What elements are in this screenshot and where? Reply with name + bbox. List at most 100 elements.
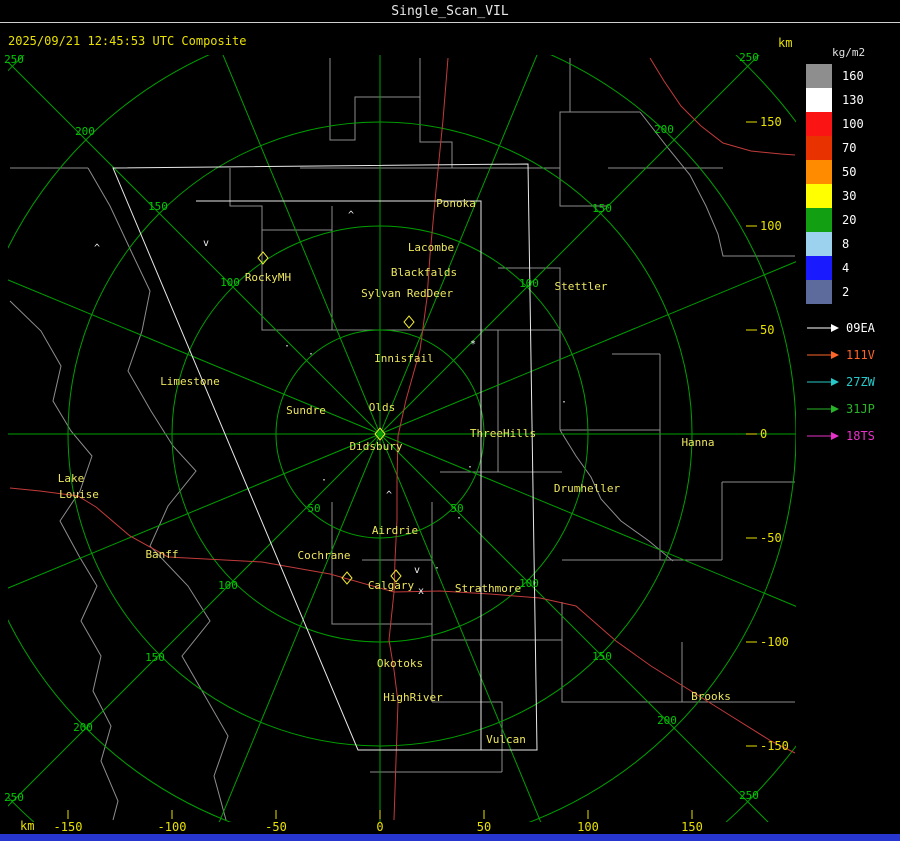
county-boundaries (9, 58, 795, 821)
colorbar-row: 130 (806, 88, 865, 112)
colorbar-value: 20 (842, 213, 857, 227)
color-swatch (806, 232, 832, 256)
city-label: Innisfail (374, 352, 434, 365)
point-marker: · (561, 397, 567, 408)
colorbar-value: 130 (842, 93, 864, 107)
radar-direction-arrow-icon (807, 377, 839, 386)
radar-site-id: 27ZW (846, 374, 875, 389)
ring-label: 150 (592, 202, 612, 215)
city-label: Sylvan (361, 287, 401, 300)
ring-label: 200 (654, 123, 674, 136)
city-label: Strathmore (455, 582, 521, 595)
colorbar-row: 4 (806, 256, 865, 280)
colorbar-row: 30 (806, 184, 865, 208)
range-ring-labels: 250 200 150 100 100 150 200 250 50 50 10… (4, 51, 759, 804)
city-label: Lake (58, 472, 85, 485)
point-marker: ^ (348, 210, 354, 221)
radar-site-id: 111V (846, 347, 875, 362)
ring-label: 150 (145, 651, 165, 664)
colorbar-unit-label: kg/m2 (832, 46, 866, 59)
radar-site-legend: 09EA 111V 27ZW 31JP 18TS (806, 314, 875, 449)
radar-site-id: 18TS (846, 428, 875, 443)
point-marker: ^ (386, 490, 392, 501)
color-swatch (806, 256, 832, 280)
y-tick-label: 0 (760, 427, 767, 441)
point-marker: · (321, 475, 327, 486)
highway-roads (9, 57, 796, 821)
radar-direction-arrow-icon (807, 404, 839, 413)
ring-label: 100 (519, 277, 539, 290)
x-tick-label: 0 (376, 820, 383, 834)
colorbar-row: 70 (806, 136, 865, 160)
point-marker: v (414, 565, 420, 576)
radar-site-row: 111V (806, 341, 875, 368)
city-label: Vulcan (486, 733, 526, 746)
radar-site-row: 27ZW (806, 368, 875, 395)
point-marker: · (456, 513, 462, 524)
point-marker: · (308, 349, 314, 360)
y-tick-label: -100 (760, 635, 789, 649)
y-axis-ticks (746, 121, 757, 747)
bottom-status-bar (0, 834, 900, 841)
city-label: Stettler (555, 280, 608, 293)
radar-site-id: 09EA (846, 320, 875, 335)
color-swatch (806, 88, 832, 112)
colorbar-value: 100 (842, 117, 864, 131)
color-swatch (806, 64, 832, 88)
ring-label: 100 (519, 577, 539, 590)
ring-label: 250 (4, 791, 24, 804)
color-swatch (806, 160, 832, 184)
point-marker: · (434, 563, 440, 574)
radar-site-id: 31JP (846, 401, 875, 416)
ring-label: 100 (218, 579, 238, 592)
color-swatch (806, 280, 832, 304)
ring-label: 250 (739, 51, 759, 64)
point-marker: * (470, 339, 476, 350)
city-label: Didsbury (350, 440, 403, 453)
x-axis-ticks (67, 810, 693, 819)
colorbar-value: 4 (842, 261, 850, 275)
color-swatch (806, 208, 832, 232)
city-label: Airdrie (372, 524, 418, 537)
point-markers: v ^ ^ * · · ^ · · · · · v x (94, 210, 567, 597)
radar-direction-arrow-icon (807, 350, 839, 359)
x-tick-label: 100 (577, 820, 599, 834)
colorbar-row: 50 (806, 160, 865, 184)
city-label: Blackfalds (391, 266, 457, 279)
y-tick-label: 50 (760, 323, 774, 337)
city-label: Calgary (368, 579, 415, 592)
city-label: Ponoka (436, 197, 476, 210)
color-swatch (806, 184, 832, 208)
colorbar-row: 8 (806, 232, 865, 256)
colorbar-value: 50 (842, 165, 857, 179)
y-tick-label: -50 (760, 531, 782, 545)
x-tick-label: 50 (477, 820, 491, 834)
city-label: Sundre (286, 404, 326, 417)
radar-site-row: 09EA (806, 314, 875, 341)
radar-site-row: 31JP (806, 395, 875, 422)
city-label: Brooks (691, 690, 731, 703)
colorbar-row: 2 (806, 280, 865, 304)
ring-label: 250 (739, 789, 759, 802)
ring-label: 200 (75, 125, 95, 138)
ring-label: 200 (73, 721, 93, 734)
city-label: Louise (59, 488, 99, 501)
point-marker: · (467, 462, 473, 473)
y-tick-label: -150 (760, 739, 789, 753)
x-tick-label: -100 (158, 820, 187, 834)
ring-label: 150 (592, 650, 612, 663)
point-marker: x (418, 586, 424, 597)
colorbar-row: 20 (806, 208, 865, 232)
radar-map-canvas[interactable]: 250 200 150 100 100 150 200 250 50 50 10… (0, 0, 900, 841)
city-label: Drumheller (554, 482, 621, 495)
city-label: Limestone (160, 375, 220, 388)
colorbar-row: 100 (806, 112, 865, 136)
radar-direction-arrow-icon (807, 323, 839, 332)
x-tick-label: -150 (54, 820, 83, 834)
colorbar-value: 8 (842, 237, 850, 251)
color-swatch (806, 112, 832, 136)
city-label: Cochrane (298, 549, 351, 562)
radar-direction-arrow-icon (807, 431, 839, 440)
point-marker: ^ (94, 243, 100, 254)
city-label: ThreeHills (470, 427, 536, 440)
